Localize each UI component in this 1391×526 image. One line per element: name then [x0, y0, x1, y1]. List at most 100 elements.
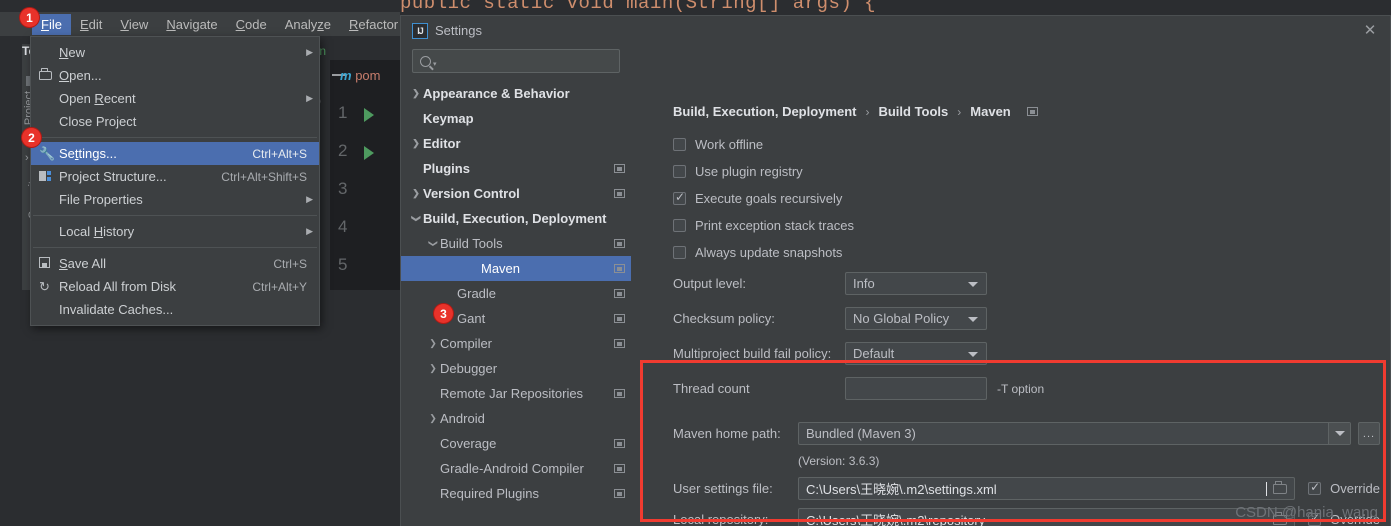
file-menu-item-project-structure[interactable]: Project Structure... Ctrl+Alt+Shift+S	[31, 165, 319, 188]
sidebar-item-coverage[interactable]: Coverage	[401, 431, 631, 456]
select-multiproject-build-fail-policy[interactable]: Default	[845, 342, 987, 365]
user-settings-file-row: User settings file: C:\Users\王晓婉\.m2\set…	[673, 473, 1380, 504]
select-output-level[interactable]: Info	[845, 272, 987, 295]
menu-item-refactor[interactable]: Refactor	[340, 14, 407, 35]
sidebar-item-version-control[interactable]: ❯ Version Control	[401, 181, 631, 206]
run-gutter-icon[interactable]	[364, 108, 374, 122]
maven-home-browse-button[interactable]: ...	[1358, 422, 1380, 445]
checkbox[interactable]	[673, 219, 686, 232]
menu-item-analyze[interactable]: Analyze	[276, 14, 340, 35]
file-menu-item-file-properties[interactable]: File Properties ▶	[31, 188, 319, 211]
file-menu-item-invalidate-caches[interactable]: Invalidate Caches...	[31, 298, 319, 321]
override-checkbox[interactable]	[1308, 480, 1322, 495]
sidebar-item-plugins[interactable]: Plugins	[401, 156, 631, 181]
intellij-logo-icon: IJ	[412, 23, 428, 39]
select-value: No Global Policy	[853, 311, 950, 326]
field-label: Multiproject build fail policy:	[673, 346, 832, 361]
file-menu-item-open-recent[interactable]: Open Recent ▶	[31, 87, 319, 110]
checkbox[interactable]	[673, 190, 686, 205]
sidebar-item-android[interactable]: ❯ Android	[401, 406, 631, 431]
sidebar-item-keymap[interactable]: Keymap	[401, 106, 631, 131]
file-menu-item-local-history[interactable]: Local History ▶	[31, 220, 319, 243]
sidebar-item-build-execution-deployment[interactable]: ❯ Build, Execution, Deployment	[401, 206, 631, 231]
chevron-down-icon: ▾	[433, 61, 437, 68]
maven-version-text: (Version: 3.6.3)	[798, 454, 880, 468]
local-repository-input[interactable]: C:\Users\王晓婉\.m2\repository	[798, 508, 1296, 526]
file-menu-item-label: File Properties	[59, 192, 143, 207]
checkbox[interactable]	[673, 165, 686, 178]
field-row-multiproject-build-fail-policy: Multiproject build fail policy: Default	[673, 336, 1380, 371]
chevron-right-icon: ❯	[429, 338, 437, 348]
sidebar-item-editor[interactable]: ❯ Editor	[401, 131, 631, 156]
checkbox-label: Always update snapshots	[695, 245, 843, 260]
menu-item-edit[interactable]: Edit	[71, 14, 111, 35]
checkbox-row-execute-goals-recursively[interactable]: Execute goals recursively	[673, 185, 1380, 212]
file-menu-item-new[interactable]: New ▶	[31, 41, 319, 64]
user-settings-override[interactable]: Override	[1308, 480, 1380, 496]
line-number: 3	[338, 179, 348, 198]
folder-icon	[39, 67, 59, 83]
breadcrumb: Build, Execution, Deployment › Build Too…	[673, 104, 1038, 119]
file-menu-item-save-all[interactable]: Save All Ctrl+S	[31, 252, 319, 275]
sidebar-item-appearance-behavior[interactable]: ❯ Appearance & Behavior	[401, 81, 631, 106]
checkbox-row-always-update-snapshots[interactable]: Always update snapshots	[673, 239, 1380, 266]
file-menu-item-label: Reload All from Disk	[59, 279, 177, 294]
breadcrumb-separator: ›	[957, 104, 962, 119]
sidebar-item-label: Gradle-Android Compiler	[440, 461, 584, 476]
maven-home-path-combo[interactable]: Bundled (Maven 3)	[798, 422, 1351, 445]
menu-separator	[33, 137, 317, 138]
thread-count-hint: -T option	[997, 381, 1045, 396]
stripe-arrow-icon: ›	[25, 152, 29, 164]
folder-browse-icon[interactable]	[1273, 480, 1288, 494]
reload-icon: ↻	[39, 278, 50, 294]
run-gutter-icon[interactable]	[364, 146, 374, 160]
sidebar-item-label: Build Tools	[440, 236, 503, 251]
menu-item-shortcut: Ctrl+Alt+Y	[252, 279, 307, 294]
user-settings-file-input[interactable]: C:\Users\王晓婉\.m2\settings.xml	[798, 477, 1296, 500]
checkbox-row-use-plugin-registry[interactable]: Use plugin registry	[673, 158, 1380, 185]
settings-content: Build, Execution, Deployment › Build Too…	[631, 46, 1390, 526]
file-menu-item-settings[interactable]: 🔧 Settings... Ctrl+Alt+S	[31, 142, 319, 165]
sidebar-item-required-plugins[interactable]: Required Plugins	[401, 481, 631, 506]
checkbox-row-work-offline[interactable]: Work offline	[673, 131, 1380, 158]
file-menu-item-reload-all-from-disk[interactable]: ↻ Reload All from Disk Ctrl+Alt+Y	[31, 275, 319, 298]
file-menu-item-close-project[interactable]: Close Project	[31, 110, 319, 133]
module-scope-icon	[614, 339, 625, 348]
sidebar-item-gradle-android-compiler[interactable]: Gradle-Android Compiler	[401, 456, 631, 481]
menu-separator	[33, 215, 317, 216]
maven-home-path-row: Maven home path: Bundled (Maven 3) ...	[673, 418, 1380, 449]
checkbox[interactable]	[673, 246, 686, 259]
file-menu-item-label: New	[59, 45, 86, 60]
sidebar-item-debugger[interactable]: ❯ Debugger	[401, 356, 631, 381]
menu-item-navigate[interactable]: Navigate	[157, 14, 226, 35]
editor-tab-pom[interactable]: m pom	[340, 68, 380, 83]
breadcrumb-item-1[interactable]: Build Tools	[878, 104, 948, 119]
menu-item-shortcut: Ctrl+S	[273, 256, 307, 271]
sidebar-item-maven[interactable]: Maven	[401, 256, 631, 281]
thread-count-input[interactable]	[845, 377, 987, 400]
chevron-down-icon[interactable]	[1328, 423, 1350, 444]
sidebar-item-build-tools[interactable]: ❯ Build Tools	[401, 231, 631, 256]
menu-item-shortcut: Ctrl+Alt+Shift+S	[221, 169, 307, 184]
chevron-right-icon: ❯	[429, 413, 437, 423]
breadcrumb-item-2[interactable]: Maven	[970, 104, 1010, 119]
field-label: Output level:	[673, 276, 746, 291]
sidebar-item-remote-jar-repositories[interactable]: Remote Jar Repositories	[401, 381, 631, 406]
chevron-right-icon: ❯	[429, 363, 437, 373]
sidebar-item-gradle[interactable]: Gradle	[401, 281, 631, 306]
breadcrumb-item-0[interactable]: Build, Execution, Deployment	[673, 104, 856, 119]
module-scope-icon	[614, 239, 625, 248]
menu-item-code[interactable]: Code	[227, 14, 276, 35]
module-scope-icon	[614, 439, 625, 448]
search-input[interactable]: ▾	[412, 49, 620, 73]
file-menu-item-open[interactable]: Open...	[31, 64, 319, 87]
menu-item-view[interactable]: View	[111, 14, 157, 35]
close-icon[interactable]: ✕	[1360, 21, 1380, 41]
checkbox[interactable]	[673, 138, 686, 151]
select-value: Default	[853, 346, 895, 361]
checkbox-row-print-exception-stack-traces[interactable]: Print exception stack traces	[673, 212, 1380, 239]
line-number: 5	[338, 255, 348, 274]
sidebar-item-compiler[interactable]: ❯ Compiler	[401, 331, 631, 356]
module-scope-icon	[614, 314, 625, 323]
select-checksum-policy[interactable]: No Global Policy	[845, 307, 987, 330]
